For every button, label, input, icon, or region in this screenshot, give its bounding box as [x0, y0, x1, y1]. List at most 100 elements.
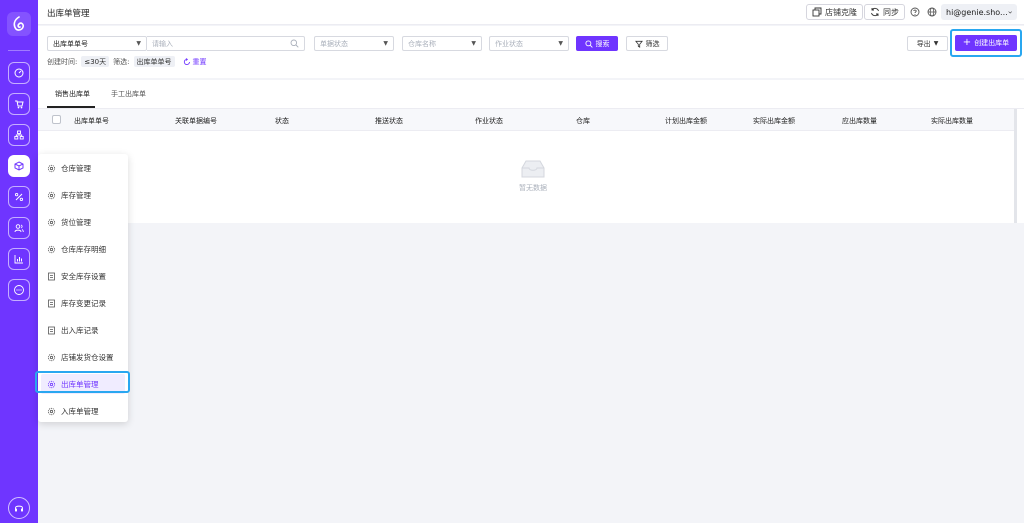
document-icon: [47, 272, 56, 281]
caret-down-icon: ▼: [471, 40, 476, 47]
search-input[interactable]: 请输入: [147, 36, 305, 51]
menu-item-safety-stock[interactable]: 安全库存设置: [41, 266, 125, 286]
logo-icon: [13, 16, 24, 31]
column-header[interactable]: 计划出库金额: [665, 116, 707, 126]
document-icon: [47, 326, 56, 335]
search-btn-label: 搜索: [595, 39, 610, 48]
created-chip[interactable]: ≤30天: [81, 56, 110, 67]
search-button[interactable]: 搜索: [576, 36, 618, 51]
warehouse-placeholder: 仓库名称: [408, 39, 436, 48]
filter-btn-label: 筛选: [645, 39, 660, 48]
rail-reports[interactable]: [8, 248, 30, 270]
store-clone-button[interactable]: 店铺克隆: [806, 4, 863, 20]
rail-org[interactable]: [8, 124, 30, 146]
job-status-placeholder: 作业状态: [495, 39, 523, 48]
menu-item-label: 出入库记录: [61, 325, 99, 335]
reset-label: 重置: [192, 57, 207, 66]
menu-item-label: 店铺发货仓设置: [61, 352, 114, 362]
menu-item-label: 入库单管理: [61, 406, 99, 416]
gear-icon: [47, 218, 56, 227]
order-type-value: 出库单单号: [53, 39, 88, 48]
order-type-select[interactable]: 出库单单号 ▼: [47, 36, 147, 51]
filter-panel: 出库单单号 ▼ 请输入 单据状态 ▼ 仓库名称 ▼ 作业状态 ▼ 搜索 筛选 导…: [38, 26, 1024, 78]
create-button-highlight: [950, 29, 1022, 57]
column-header[interactable]: 应出库数量: [842, 116, 877, 126]
left-rail: [0, 0, 38, 523]
column-header[interactable]: 推送状态: [375, 116, 403, 126]
column-header[interactable]: 实际出库数量: [931, 116, 973, 126]
doc-status-placeholder: 单据状态: [320, 39, 348, 48]
percent-icon: [14, 192, 24, 202]
tab-sales-outbound[interactable]: 销售出库单: [55, 89, 90, 99]
sync-button[interactable]: 同步: [864, 4, 905, 20]
document-icon: [47, 299, 56, 308]
menu-item-inventory-management[interactable]: 库存管理: [41, 185, 125, 205]
filter-icon: [634, 40, 643, 48]
tab-manual-outbound[interactable]: 手工出库单: [111, 89, 146, 99]
menu-item-location-management[interactable]: 货位管理: [41, 212, 125, 232]
column-header[interactable]: 出库单单号: [74, 116, 109, 126]
user-email: hi@genie.sho...: [946, 7, 1008, 17]
created-label: 创建时间:: [47, 57, 78, 66]
search-placeholder: 请输入: [152, 39, 173, 48]
menu-item-warehouse-management[interactable]: 仓库管理: [41, 158, 125, 178]
rail-customers[interactable]: [8, 217, 30, 239]
rail-orders[interactable]: [8, 93, 30, 115]
rail-promotions[interactable]: [8, 186, 30, 208]
search-icon: [584, 39, 593, 48]
gear-icon: [47, 191, 56, 200]
menu-item-store-shipping-warehouse[interactable]: 店铺发货仓设置: [41, 347, 125, 367]
clone-icon: [812, 7, 822, 17]
reset-icon: [183, 57, 190, 65]
page-title: 出库单管理: [47, 9, 90, 19]
export-button[interactable]: 导出 ▼: [907, 36, 948, 51]
outbound-table-card: 销售出库单 手工出库单 出库单单号 关联单据编号 状态 推送状态 作业状态 仓库…: [38, 80, 1024, 223]
rail-warehouse[interactable]: [8, 155, 30, 177]
menu-item-stock-change-log[interactable]: 库存变更记录: [41, 293, 125, 313]
menu-item-label: 货位管理: [61, 217, 91, 227]
users-icon: [14, 224, 24, 233]
gear-icon: [47, 353, 56, 362]
rail-dashboard[interactable]: [8, 62, 30, 84]
outbound-menu-highlight: [35, 371, 130, 393]
column-header[interactable]: 状态: [275, 116, 289, 126]
column-header[interactable]: 仓库: [576, 116, 590, 126]
menu-item-label: 仓库管理: [61, 163, 91, 173]
headset-icon: [15, 505, 23, 512]
rail-more[interactable]: [8, 279, 30, 301]
gauge-icon: [14, 68, 24, 78]
column-header[interactable]: 实际出库金额: [753, 116, 795, 126]
caret-down-icon: ▼: [933, 40, 939, 47]
language-button[interactable]: [926, 6, 938, 18]
doc-status-select[interactable]: 单据状态 ▼: [314, 36, 394, 51]
caret-down-icon: ▼: [383, 40, 388, 47]
menu-item-label: 库存管理: [61, 190, 91, 200]
rail-separator: [8, 50, 30, 51]
select-all-checkbox[interactable]: [52, 115, 61, 124]
help-button[interactable]: [909, 6, 921, 18]
filter-label: 筛选:: [113, 57, 130, 66]
caret-down-icon: ▼: [136, 40, 141, 47]
table-scrollbar[interactable]: [1014, 109, 1017, 223]
column-header[interactable]: 关联单据编号: [175, 116, 217, 126]
cart-icon: [15, 100, 24, 109]
filter-chip[interactable]: 出库单单号: [133, 56, 175, 67]
sync-label: 同步: [883, 7, 899, 17]
column-header[interactable]: 作业状态: [475, 116, 503, 126]
job-status-select[interactable]: 作业状态 ▼: [489, 36, 569, 51]
bar-chart-icon: [14, 255, 23, 264]
menu-item-warehouse-stock-detail[interactable]: 仓库库存明细: [41, 239, 125, 259]
warehouse-select[interactable]: 仓库名称 ▼: [402, 36, 482, 51]
filter-button[interactable]: 筛选: [626, 36, 668, 51]
menu-item-label: 仓库库存明细: [61, 244, 106, 254]
brand-logo[interactable]: [7, 12, 31, 36]
menu-item-in-out-records[interactable]: 出入库记录: [41, 320, 125, 340]
chevron-down-icon: [1008, 10, 1012, 14]
box-icon: [14, 161, 24, 171]
support-button[interactable]: [8, 497, 30, 519]
menu-item-inbound-management[interactable]: 入库单管理: [41, 401, 125, 421]
gear-icon: [47, 407, 56, 416]
user-menu[interactable]: hi@genie.sho...: [941, 4, 1017, 20]
reset-link[interactable]: 重置: [183, 57, 207, 67]
empty-state: 暂无数据: [508, 158, 558, 193]
